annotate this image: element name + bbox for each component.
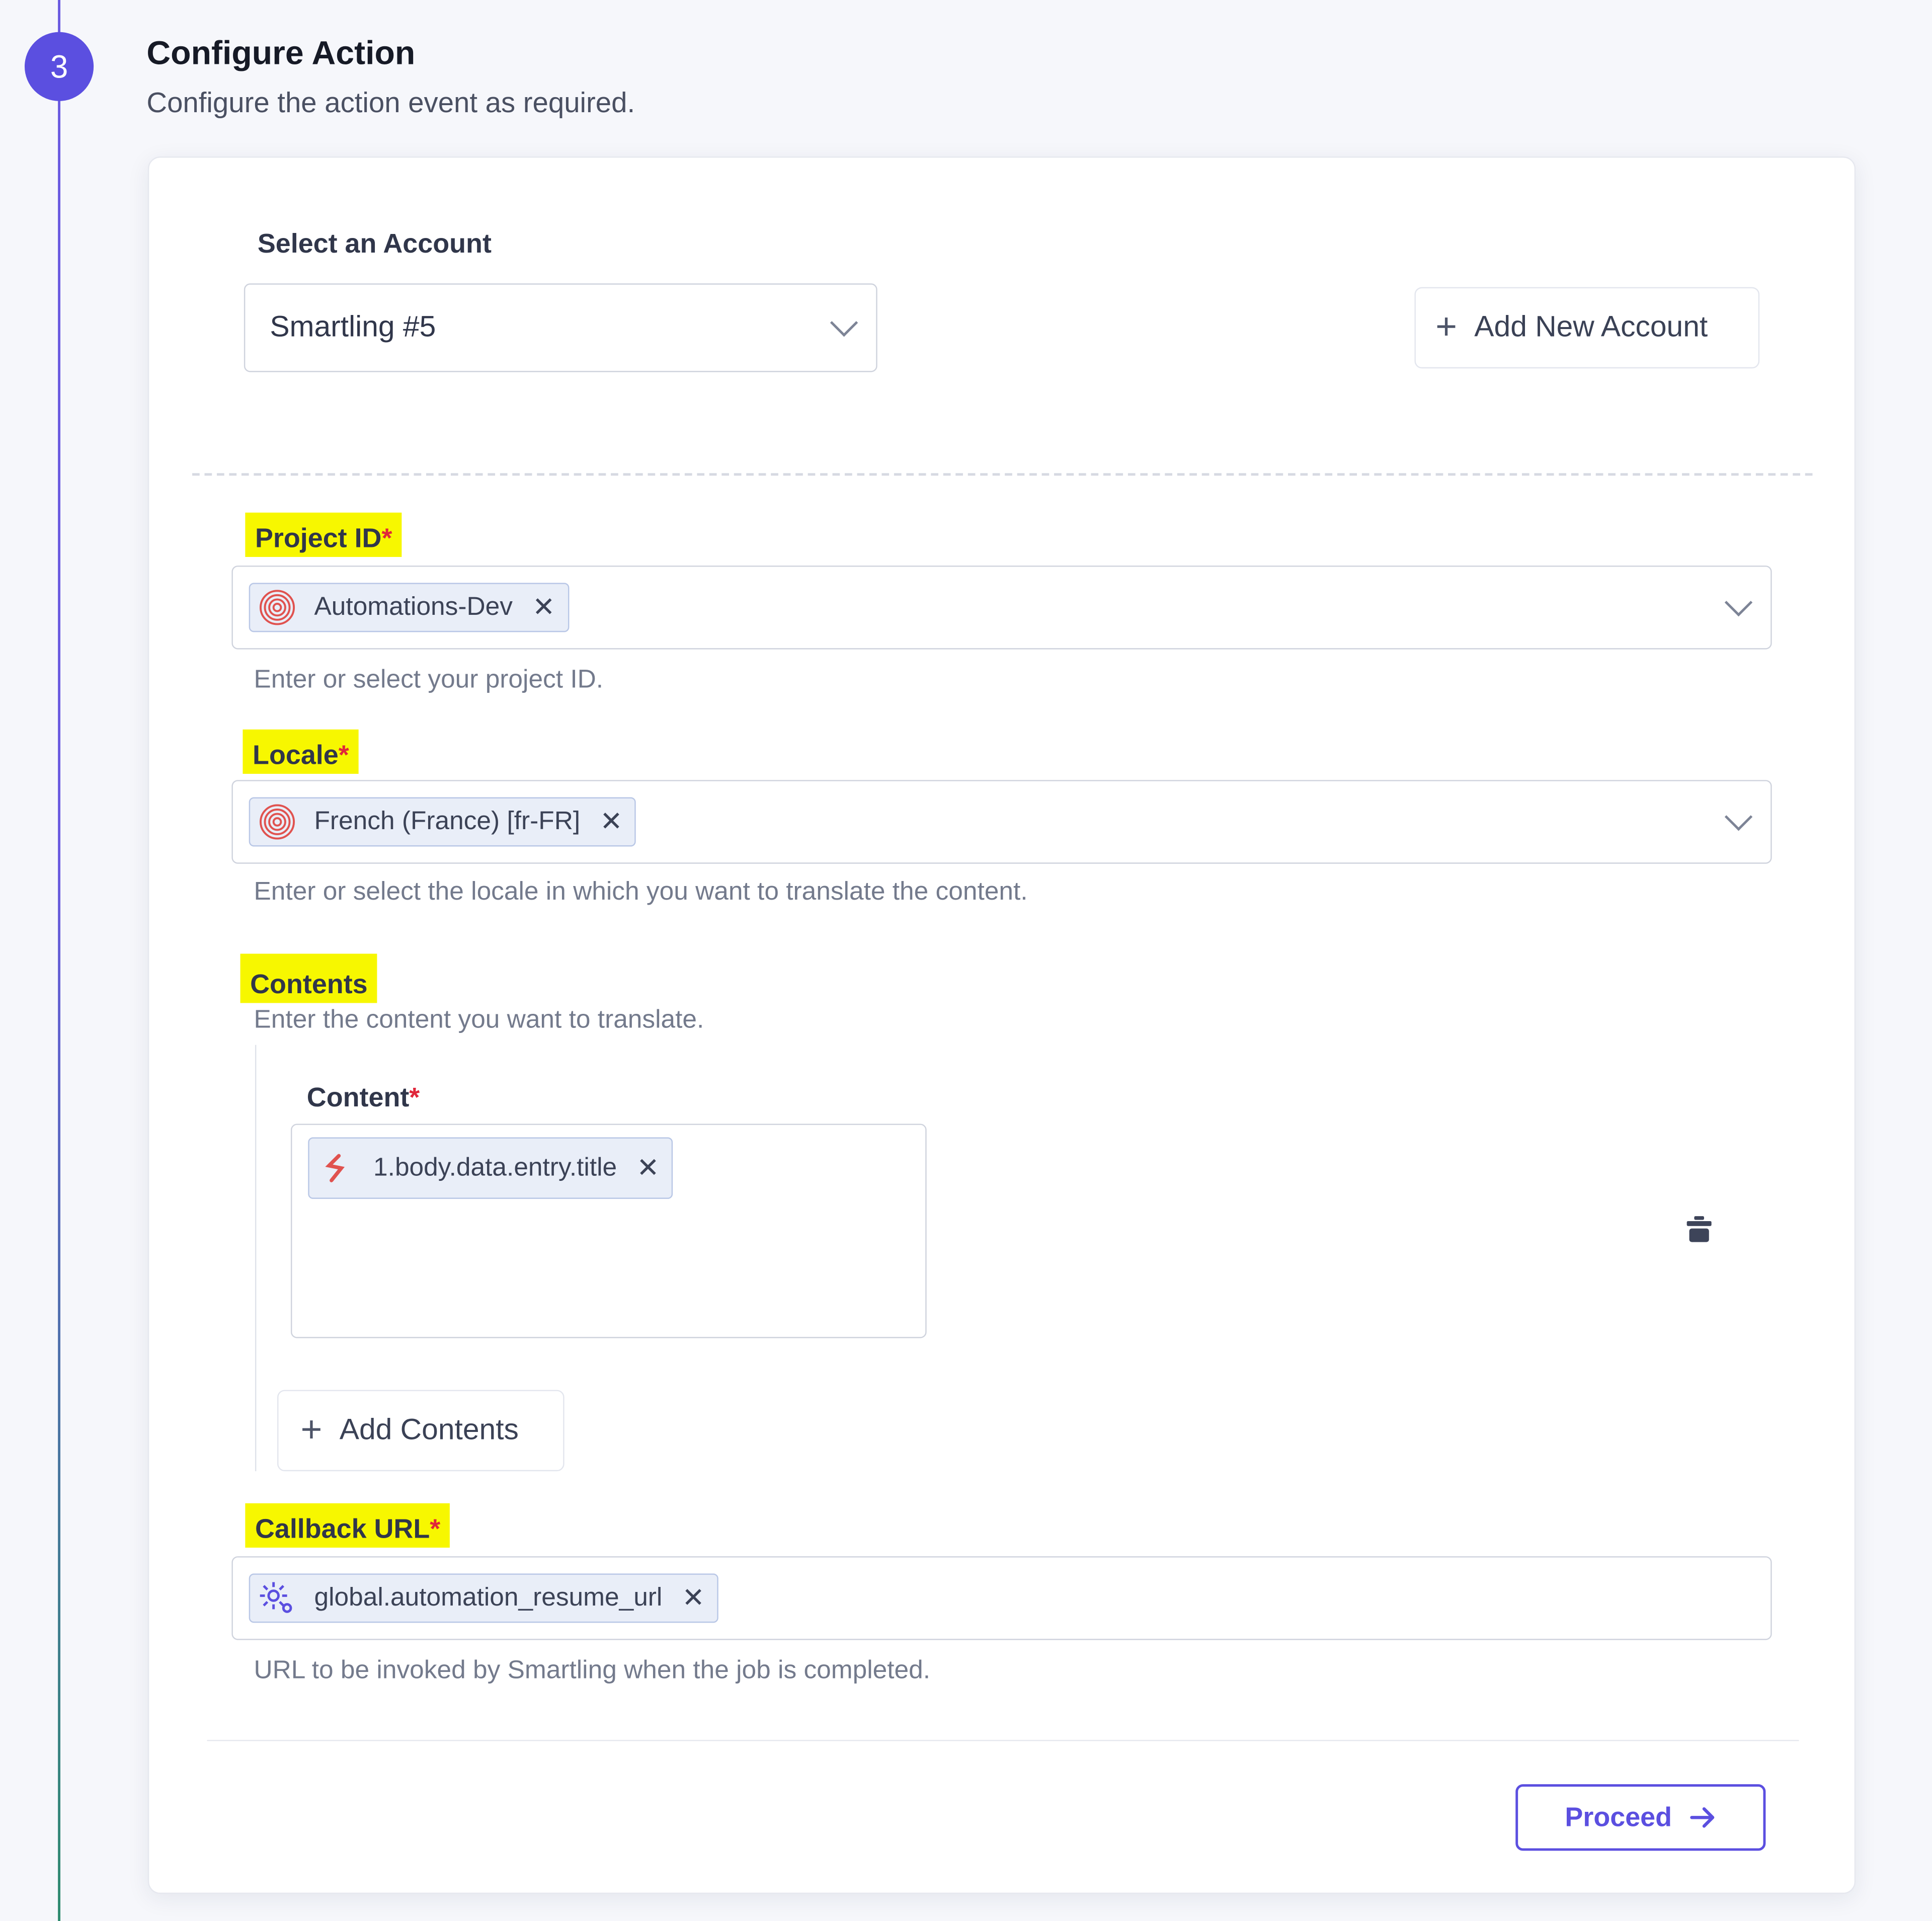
chevron-down-icon — [830, 308, 858, 337]
proceed-button[interactable]: Proceed — [1515, 1784, 1766, 1851]
chevron-down-icon — [1724, 803, 1753, 831]
configure-action-step: 3 Configure Action Configure the action … — [0, 0, 1932, 1921]
section-divider — [192, 473, 1813, 476]
account-select-value: Smartling #5 — [270, 310, 436, 344]
required-mark: * — [430, 1513, 441, 1544]
locale-label-text: Locale — [253, 739, 339, 770]
step-subtitle: Configure the action event as required. — [146, 86, 635, 119]
locale-chip-label: French (France) [fr-FR] — [314, 807, 581, 836]
account-select[interactable]: Smartling #5 — [244, 283, 877, 372]
plus-icon: + — [1435, 306, 1458, 348]
account-label: Select an Account — [257, 228, 492, 259]
footer-divider — [207, 1739, 1799, 1741]
project-id-select[interactable]: Automations-Dev ✕ — [231, 566, 1772, 650]
project-id-chip: Automations-Dev ✕ — [249, 583, 569, 632]
fingerprint-icon — [258, 802, 297, 841]
fingerprint-icon — [258, 588, 297, 627]
callback-url-chip-label: global.automation_resume_url — [314, 1583, 663, 1612]
add-new-account-label: Add New Account — [1474, 310, 1708, 344]
gear-icon — [258, 1578, 297, 1618]
remove-chip-icon[interactable]: ✕ — [600, 806, 622, 838]
contents-group-rule — [255, 1045, 257, 1472]
contents-help: Enter the content you want to translate. — [254, 1005, 704, 1034]
arrow-right-icon — [1689, 1805, 1716, 1830]
required-mark: * — [409, 1082, 420, 1113]
callback-url-help: URL to be invoked by Smartling when the … — [254, 1656, 931, 1685]
step-title: Configure Action — [146, 34, 416, 72]
trash-icon[interactable] — [1685, 1215, 1713, 1245]
callback-url-label: Callback URL* — [245, 1503, 450, 1548]
content-chip: 1.body.data.entry.title ✕ — [308, 1137, 673, 1199]
project-id-help: Enter or select your project ID. — [254, 665, 604, 694]
timeline-line — [58, 0, 61, 1921]
required-mark: * — [381, 522, 392, 553]
webhook-icon — [316, 1148, 356, 1187]
locale-help: Enter or select the locale in which you … — [254, 877, 1028, 906]
plus-icon: + — [300, 1409, 323, 1451]
required-mark: * — [338, 739, 349, 770]
project-id-label-text: Project ID — [255, 522, 382, 553]
locale-select[interactable]: French (France) [fr-FR] ✕ — [231, 780, 1772, 864]
locale-chip: French (France) [fr-FR] ✕ — [249, 797, 636, 847]
proceed-label: Proceed — [1565, 1801, 1672, 1832]
configure-action-card: Select an Account Smartling #5 + Add New… — [147, 156, 1856, 1894]
project-id-chip-label: Automations-Dev — [314, 592, 513, 621]
step-number-badge: 3 — [24, 32, 94, 101]
callback-url-chip: global.automation_resume_url ✕ — [249, 1573, 718, 1623]
contents-label: Contents — [240, 953, 378, 1003]
callback-url-label-text: Callback URL — [255, 1513, 430, 1544]
content-label: Content* — [307, 1082, 420, 1114]
content-input[interactable]: 1.body.data.entry.title ✕ — [290, 1124, 927, 1338]
add-contents-button[interactable]: + Add Contents — [277, 1390, 565, 1472]
remove-chip-icon[interactable]: ✕ — [682, 1582, 705, 1615]
content-chip-label: 1.body.data.entry.title — [373, 1153, 617, 1182]
add-new-account-button[interactable]: + Add New Account — [1414, 287, 1760, 369]
content-label-text: Content — [306, 1082, 410, 1113]
remove-chip-icon[interactable]: ✕ — [636, 1152, 659, 1184]
project-id-label: Project ID* — [245, 512, 403, 557]
remove-chip-icon[interactable]: ✕ — [532, 592, 555, 624]
chevron-down-icon — [1724, 588, 1753, 617]
callback-url-input[interactable]: global.automation_resume_url ✕ — [231, 1556, 1772, 1640]
locale-label: Locale* — [243, 729, 359, 774]
add-contents-label: Add Contents — [339, 1413, 519, 1447]
